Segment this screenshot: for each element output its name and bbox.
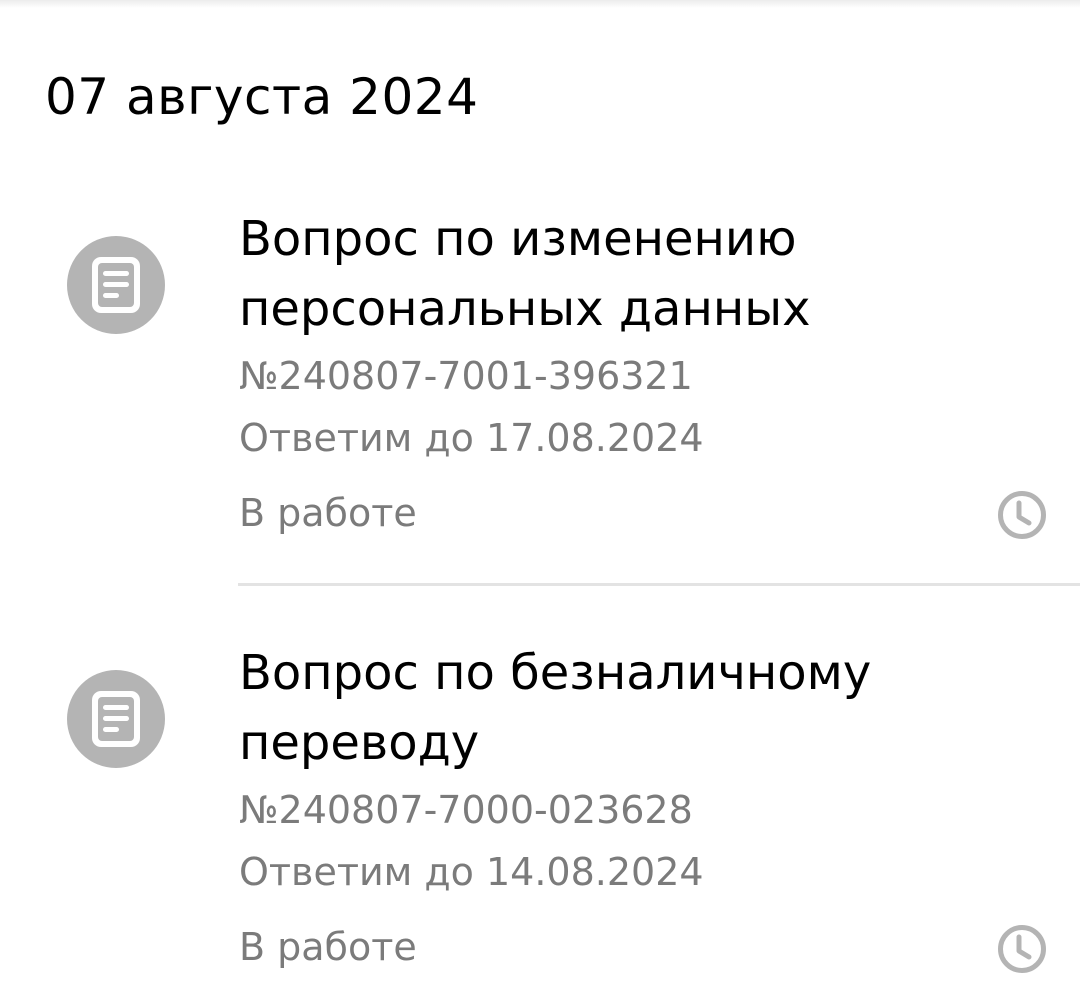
clock-icon xyxy=(998,491,1046,539)
document-icon xyxy=(67,236,165,334)
ticket-number: №240807-7001-396321 xyxy=(239,354,693,398)
date-group-header: 07 августа 2024 xyxy=(45,68,479,126)
top-edge-shadow xyxy=(0,0,1080,8)
ticket-deadline: Ответим до 17.08.2024 xyxy=(239,416,704,460)
ticket-deadline: Ответим до 14.08.2024 xyxy=(239,850,704,894)
document-icon xyxy=(67,670,165,768)
ticket-number: №240807-7000-023628 xyxy=(239,788,693,832)
ticket-title: Вопрос по безналичному переводу xyxy=(239,645,872,771)
clock-icon xyxy=(998,925,1046,973)
ticket-title: Вопрос по изменению персональных данных xyxy=(239,211,811,337)
ticket-status: В работе xyxy=(239,925,417,969)
ticket-status: В работе xyxy=(239,491,417,535)
list-divider xyxy=(238,583,1080,586)
